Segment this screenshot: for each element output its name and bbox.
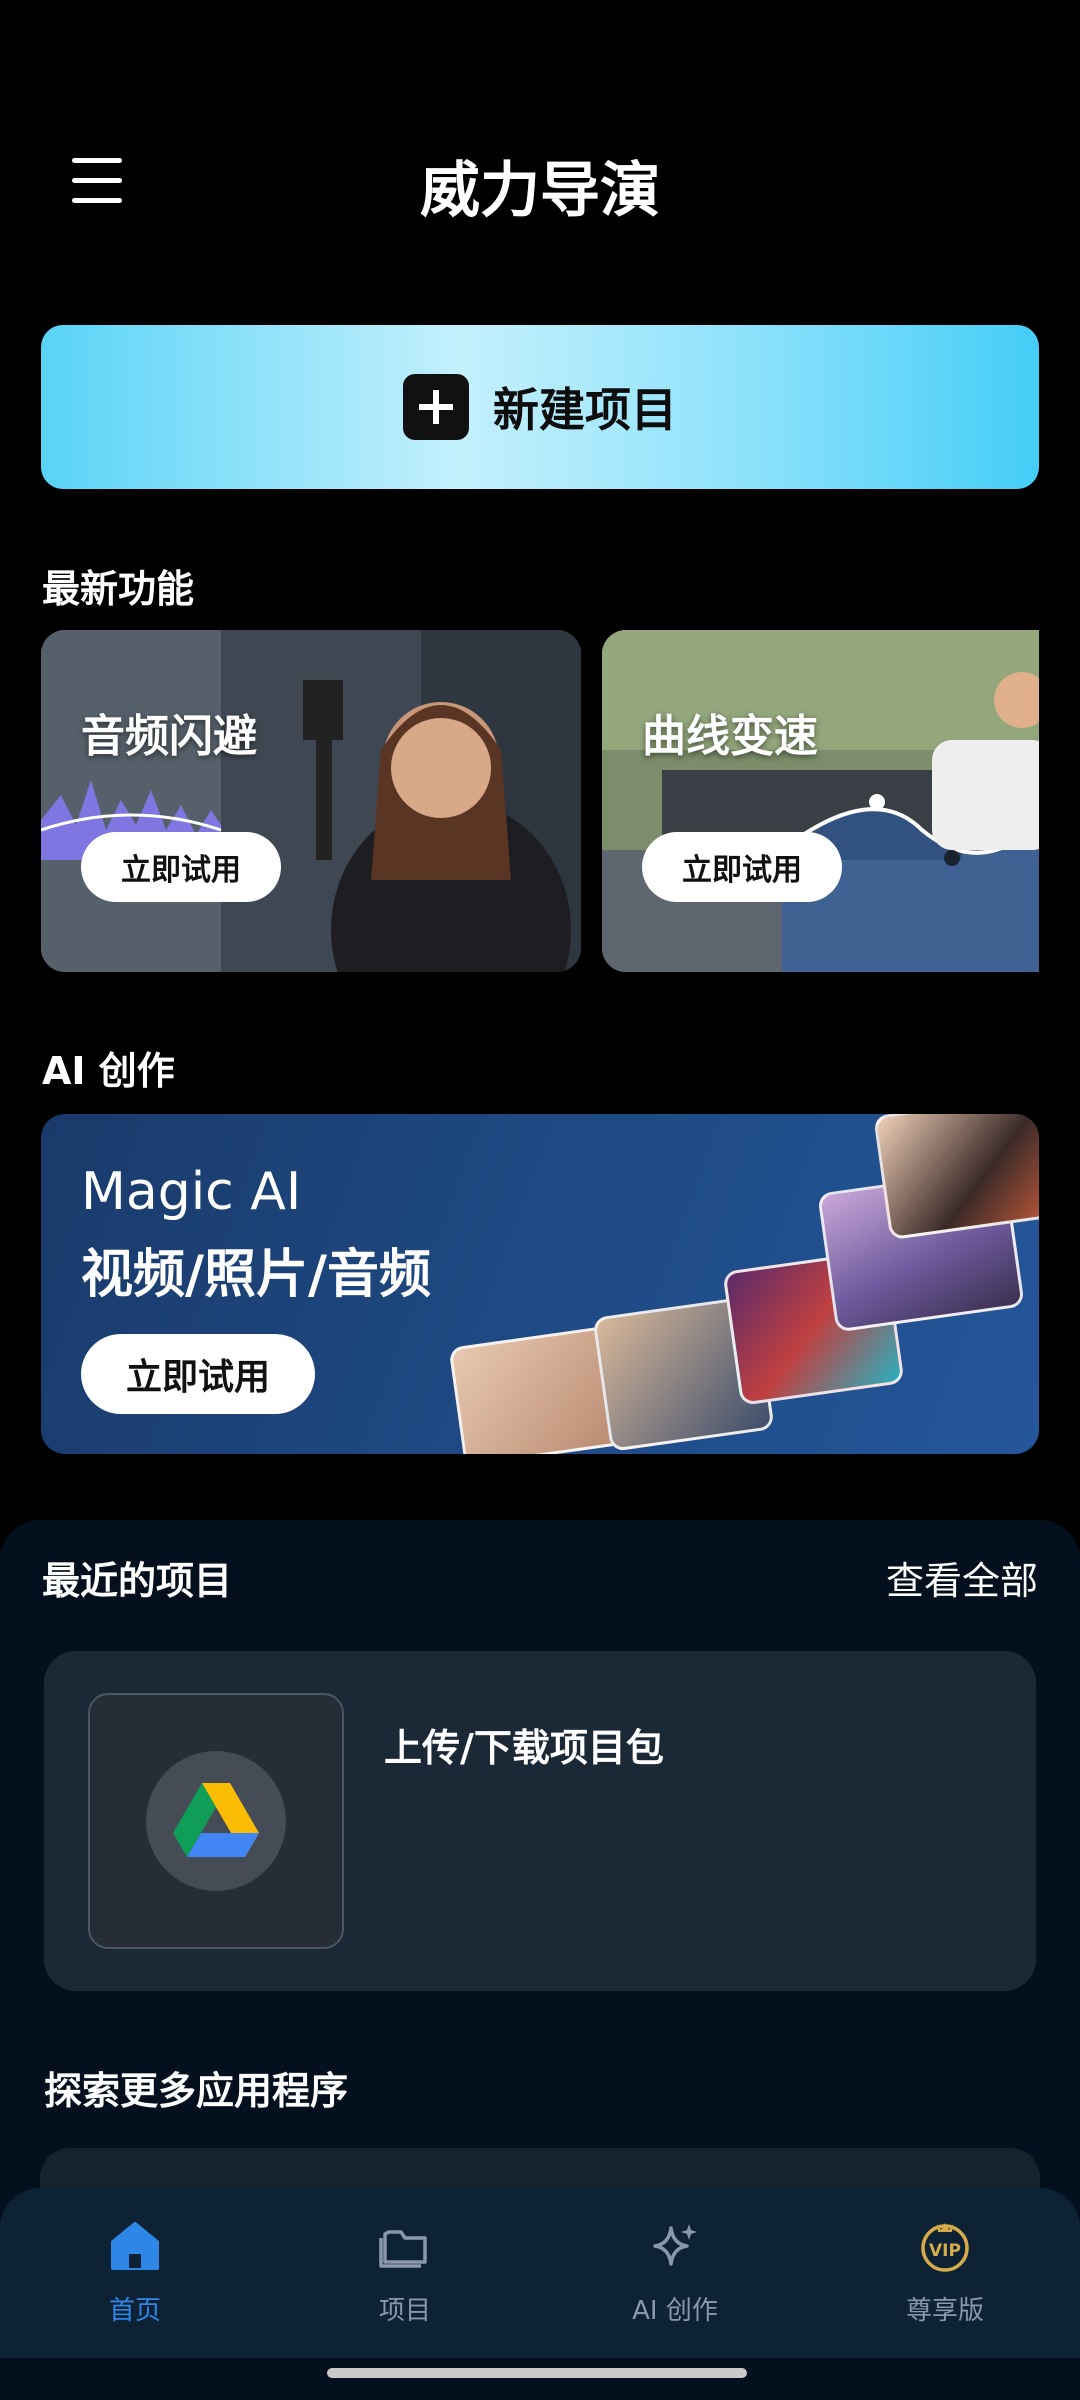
upload-download-project-card[interactable]: 上传/下载项目包 [44,1651,1036,1991]
explore-more-apps-title: 探索更多应用程序 [44,2069,349,2113]
nav-label: 首页 [108,2296,161,2326]
try-now-button[interactable]: 立即试用 [81,1334,315,1414]
try-now-button[interactable]: 立即试用 [642,832,842,902]
recent-projects-title: 最近的项目 [42,1559,233,1603]
plus-icon [403,374,469,440]
speed-curve-illustration [602,630,1039,972]
svg-text:VIP: VIP [929,2241,961,2261]
nav-home[interactable]: 首页 [0,2188,270,2358]
nav-label: AI 创作 [632,2296,718,2326]
google-drive-icon [173,1783,259,1857]
ai-banner-subtitle: 视频/照片/音频 [81,1245,431,1305]
home-icon [111,2222,159,2270]
magic-ai-banner[interactable]: Magic AI 视频/照片/音频 立即试用 [41,1114,1039,1454]
vip-crown-icon: VIP [921,2223,969,2272]
latest-features-title: 最新功能 [42,567,195,611]
nav-ai-creation[interactable]: AI 创作 [540,2188,810,2358]
ai-section-title: AI 创作 [42,1049,175,1093]
thumbnail-anime-girl [873,1114,1039,1241]
feature-card-speed-curve[interactable]: 曲线变速 立即试用 [602,630,1039,972]
bottom-navigation: 首页 项目 AI 创作 VIP 尊享版 [0,2188,1080,2358]
view-all-link[interactable]: 查看全部 [886,1550,1038,1605]
home-indicator[interactable] [327,2368,747,2378]
folder-icon [379,2230,427,2268]
nav-label: 尊享版 [905,2296,984,2326]
nav-projects[interactable]: 项目 [270,2188,540,2358]
feature-title: 曲线变速 [642,711,818,762]
new-project-label: 新建项目 [493,383,677,437]
new-project-button[interactable]: 新建项目 [41,325,1039,489]
try-now-button[interactable]: 立即试用 [81,832,281,902]
app-title: 威力导演 [420,156,660,226]
upload-download-label: 上传/下载项目包 [384,1726,664,1770]
top-bar: 威力导演 [0,120,1080,240]
sparkle-icon [653,2224,697,2266]
feature-carousel[interactable]: 音频闪避 立即试用 曲线变速 立即试用 [41,630,1039,972]
audio-ducking-illustration [41,630,581,972]
drive-thumbnail [88,1693,344,1949]
ai-banner-title: Magic AI [81,1162,302,1222]
nav-premium[interactable]: VIP 尊享版 [810,2188,1080,2358]
nav-label: 项目 [378,2296,431,2326]
feature-card-audio-ducking[interactable]: 音频闪避 立即试用 [41,630,581,972]
feature-title: 音频闪避 [81,711,257,762]
